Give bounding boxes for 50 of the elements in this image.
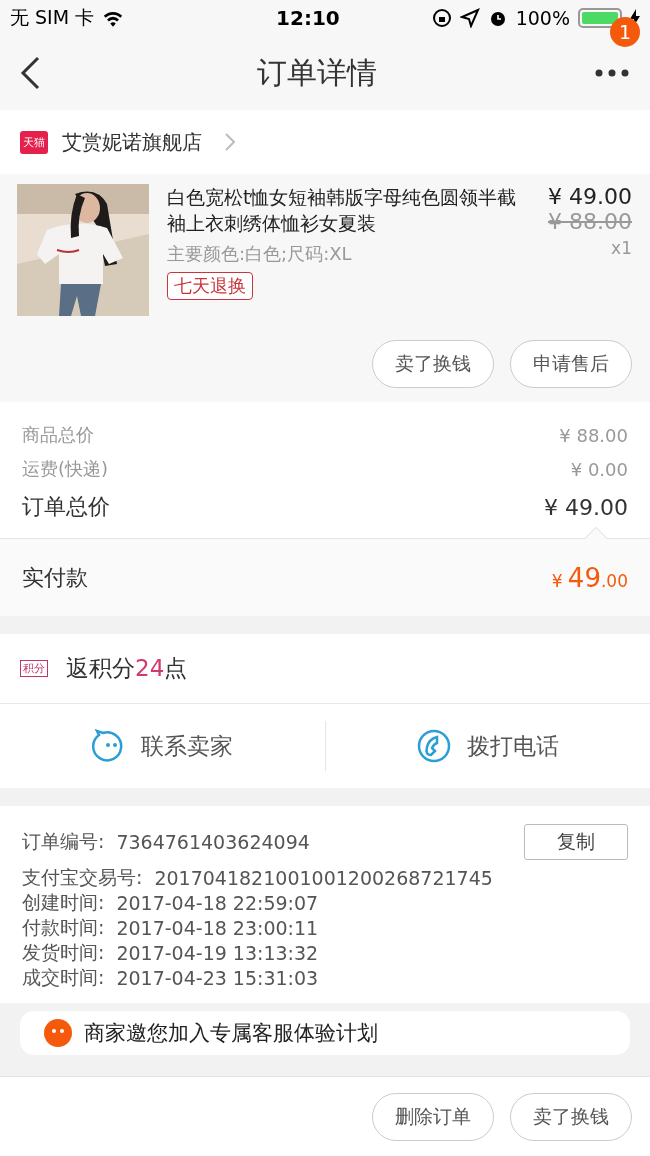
more-icon[interactable] [595, 69, 629, 77]
carrier-text: 无 SIM 卡 [10, 5, 95, 30]
summary-value: ¥ 88.00 [559, 424, 628, 446]
contact-button[interactable]: 联系卖家 [0, 721, 325, 771]
product-title[interactable]: 白色宽松t恤女短袖韩版字母纯色圆领半截袖上衣刺绣体恤衫女夏装 [167, 184, 527, 236]
invite-card[interactable]: 商家邀您加入专属客服体验计划 [20, 1011, 630, 1055]
info-value: 2017-04-19 13:13:32 [116, 942, 319, 964]
product-price: ¥ 49.00 [548, 184, 632, 209]
summary-value: ¥ 49.00 [544, 494, 628, 520]
info-label: 创建时间: [22, 890, 105, 915]
phone-icon [416, 729, 451, 763]
info-value: 2017041821001001200268721745 [154, 867, 493, 889]
info-label: 发货时间: [22, 940, 105, 965]
battery-percent-text: 100% [515, 7, 570, 29]
points-text: 返积分24点 [66, 654, 188, 683]
paid-amount: ¥ 49.00 [551, 562, 628, 593]
original-price: ¥ 88.00 [548, 209, 632, 234]
action-button[interactable]: 删除订单 [372, 1092, 494, 1141]
action-button[interactable]: 卖了换钱 [372, 340, 494, 388]
info-value: 7364761403624094 [116, 831, 310, 853]
notification-badge: 1 [610, 17, 640, 47]
summary-label: 商品总价 [22, 423, 94, 447]
location-arrow-icon [459, 8, 480, 28]
info-value: 2017-04-23 15:31:03 [116, 967, 319, 989]
summary-value: ¥ 0.00 [570, 458, 628, 480]
store-name[interactable]: 艾赏妮诺旗舰店 [62, 128, 202, 156]
action-button[interactable]: 申请售后 [510, 340, 632, 388]
quantity: x1 [611, 238, 632, 258]
invite-title: 商家邀您加入专属客服体验计划 [84, 1020, 378, 1047]
page-title: 订单详情 [257, 53, 377, 92]
service-face-icon [44, 1019, 72, 1047]
summary-label: 订单总价 [22, 493, 110, 521]
paid-label: 实付款 [22, 563, 88, 592]
store-badge: 天猫 [20, 130, 48, 154]
call-button[interactable]: 拨打电话 [325, 721, 650, 771]
clock-text: 12:10 [276, 6, 340, 30]
summary-label: 运费(快递) [22, 457, 109, 481]
info-value: 2017-04-18 22:59:07 [116, 892, 319, 914]
product-options: 主要颜色:白色;尺码:XL [167, 242, 352, 266]
info-label: 订单编号: [22, 829, 105, 854]
copy-button[interactable]: 复制 [524, 824, 628, 860]
action-button[interactable]: 卖了换钱 [510, 1092, 632, 1141]
wifi-icon [102, 9, 125, 27]
info-value: 2017-04-18 23:00:11 [116, 917, 319, 939]
info-label: 付款时间: [22, 915, 105, 940]
info-label: 成交时间: [22, 965, 105, 990]
points-badge: 积分 [20, 660, 48, 677]
return-policy-tag: 七天退换 [167, 272, 253, 300]
back-icon[interactable] [18, 55, 42, 91]
info-label: 支付宝交易号: [22, 865, 143, 890]
